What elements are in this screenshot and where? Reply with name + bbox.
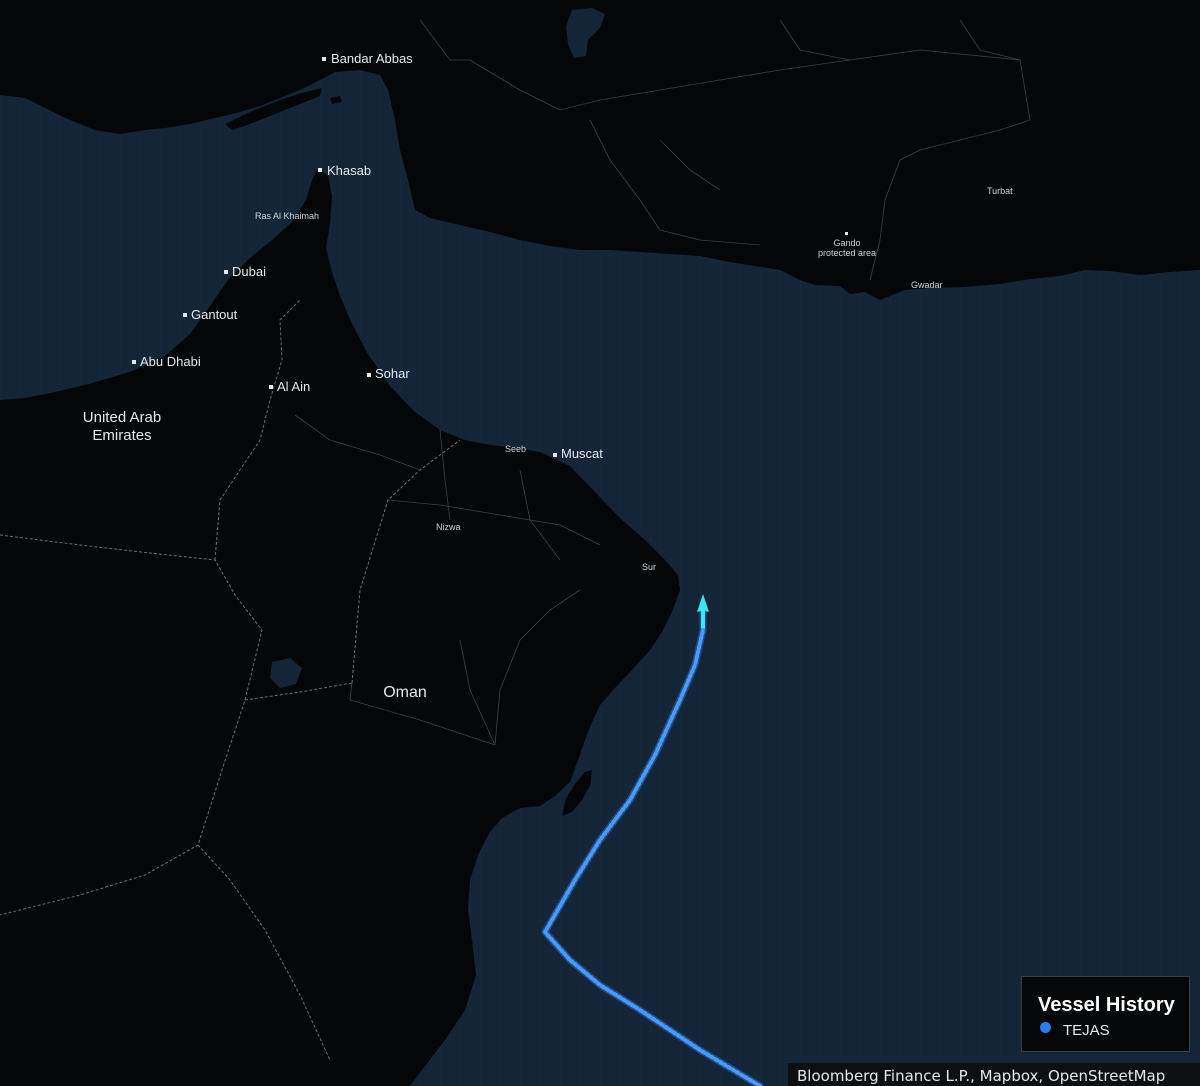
city-label-gwadar: Gwadar <box>911 280 943 290</box>
city-marker <box>322 57 326 61</box>
city-label-seeb: Seeb <box>505 444 527 454</box>
map-attribution[interactable]: Bloomberg Finance L.P., Mapbox, OpenStre… <box>788 1063 1200 1086</box>
legend-panel: Vessel History TEJAS <box>1021 976 1190 1052</box>
city-label-ras-al-khaimah: Ras Al Khaimah <box>255 211 320 221</box>
city-marker <box>224 270 228 274</box>
city-label-abu-dhabi: Abu Dhabi <box>140 354 201 369</box>
city-label-bandar-abbas: Bandar Abbas <box>331 51 413 66</box>
city-marker <box>845 232 848 235</box>
city-label-al-ain: Al Ain <box>277 379 311 394</box>
city-marker <box>367 373 371 377</box>
city-label-dubai: Dubai <box>232 264 266 279</box>
city-marker <box>318 168 322 172</box>
city-label-sohar: Sohar <box>375 366 410 381</box>
city-label-khasab: Khasab <box>327 163 372 178</box>
city-label-nizwa: Nizwa <box>436 522 461 532</box>
city-marker <box>553 453 557 457</box>
circle-icon <box>1040 1022 1051 1033</box>
legend-title: Vessel History <box>1038 994 1175 1016</box>
city-marker <box>269 385 273 389</box>
city-marker <box>132 360 136 364</box>
city-label-sur: Sur <box>642 562 657 572</box>
legend-item-label: TEJAS <box>1063 1022 1110 1039</box>
city-label-turbat: Turbat <box>987 186 1013 196</box>
country-label-uae: United Arab Emirates <box>82 409 162 444</box>
country-label-oman: Oman <box>383 684 427 701</box>
map-canvas[interactable] <box>0 0 1200 1086</box>
map-view[interactable]: Bandar Abbas Khasab Ras Al Khaimah Dubai… <box>0 0 1200 1086</box>
city-marker <box>183 313 187 317</box>
city-label-gando: Gando protected area <box>818 238 877 258</box>
city-label-muscat: Muscat <box>561 446 603 461</box>
city-label-gantout: Gantout <box>191 307 238 322</box>
